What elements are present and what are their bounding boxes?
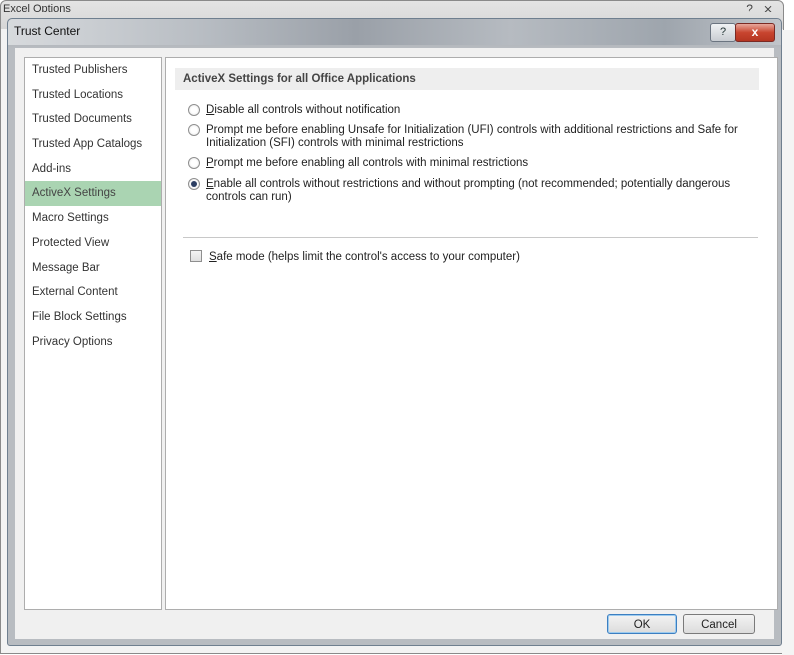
option-disable-all[interactable]: Disable all controls without notificatio… xyxy=(188,104,766,117)
excel-options-title: Excel Options xyxy=(3,3,71,12)
nav-item-trusted-publishers[interactable]: Trusted Publishers xyxy=(25,58,161,83)
safe-mode-row[interactable]: Safe mode (helps limit the control's acc… xyxy=(190,250,520,263)
option-disable-all-label: isable all controls without notification xyxy=(214,104,401,116)
settings-panel: ActiveX Settings for all Office Applicat… xyxy=(165,57,778,610)
close-button[interactable]: x xyxy=(735,23,775,42)
option-prompt-all-label: rompt me before enabling all controls wi… xyxy=(213,157,529,169)
option-prompt-all[interactable]: Prompt me before enabling all controls w… xyxy=(188,157,766,170)
background-strip xyxy=(782,30,794,655)
help-icon: ? xyxy=(719,26,727,38)
option-enable-all-label: nable all controls without restrictions … xyxy=(206,178,731,203)
excel-options-close-icon[interactable]: ⨯ xyxy=(763,1,773,12)
trust-center-nav: Trusted Publishers Trusted Locations Tru… xyxy=(24,57,162,610)
section-title: ActiveX Settings for all Office Applicat… xyxy=(175,68,759,90)
safe-mode-mnemonic: S xyxy=(209,251,217,263)
nav-item-activex-settings[interactable]: ActiveX Settings xyxy=(25,181,161,207)
dialog-titlebar[interactable]: Trust Center ? x xyxy=(8,19,781,45)
nav-item-trusted-locations[interactable]: Trusted Locations xyxy=(25,83,161,108)
help-button[interactable]: ? xyxy=(710,23,736,42)
nav-item-macro-settings[interactable]: Macro Settings xyxy=(25,206,161,231)
nav-item-trusted-documents[interactable]: Trusted Documents xyxy=(25,107,161,132)
safe-mode-checkbox[interactable] xyxy=(190,250,202,262)
safe-mode-label: afe mode (helps limit the control's acce… xyxy=(216,251,520,263)
option-prompt-all-mnemonic: P xyxy=(206,157,214,169)
radio-enable-all[interactable] xyxy=(188,178,200,190)
radio-prompt-all[interactable] xyxy=(188,157,200,169)
option-enable-all-mnemonic: E xyxy=(206,178,214,190)
nav-item-trusted-app-catalogs[interactable]: Trusted App Catalogs xyxy=(25,132,161,157)
nav-item-external-content[interactable]: External Content xyxy=(25,280,161,305)
dialog-title: Trust Center xyxy=(14,24,81,38)
ok-button[interactable]: OK xyxy=(607,614,677,634)
radio-prompt-ufi[interactable] xyxy=(188,124,200,136)
nav-item-file-block-settings[interactable]: File Block Settings xyxy=(25,305,161,330)
option-prompt-ufi[interactable]: Prompt me before enabling Unsafe for Ini… xyxy=(188,124,766,150)
option-enable-all[interactable]: Enable all controls without restrictions… xyxy=(188,178,766,204)
close-icon: x xyxy=(751,25,759,39)
nav-item-privacy-options[interactable]: Privacy Options xyxy=(25,330,161,355)
radio-disable-all[interactable] xyxy=(188,104,200,116)
option-prompt-ufi-label: Prompt me before enabling Unsafe for Ini… xyxy=(206,124,738,149)
cancel-button[interactable]: Cancel xyxy=(683,614,755,634)
excel-options-help-icon[interactable]: ? xyxy=(746,1,753,12)
excel-options-title-buttons: ? ⨯ xyxy=(746,1,773,12)
section-divider xyxy=(183,237,758,238)
nav-item-message-bar[interactable]: Message Bar xyxy=(25,256,161,281)
nav-item-add-ins[interactable]: Add-ins xyxy=(25,157,161,182)
dialog-client-area: Trusted Publishers Trusted Locations Tru… xyxy=(15,48,778,639)
trust-center-dialog: Trust Center ? x Trusted Publishers Trus… xyxy=(7,18,782,646)
nav-item-protected-view[interactable]: Protected View xyxy=(25,231,161,256)
